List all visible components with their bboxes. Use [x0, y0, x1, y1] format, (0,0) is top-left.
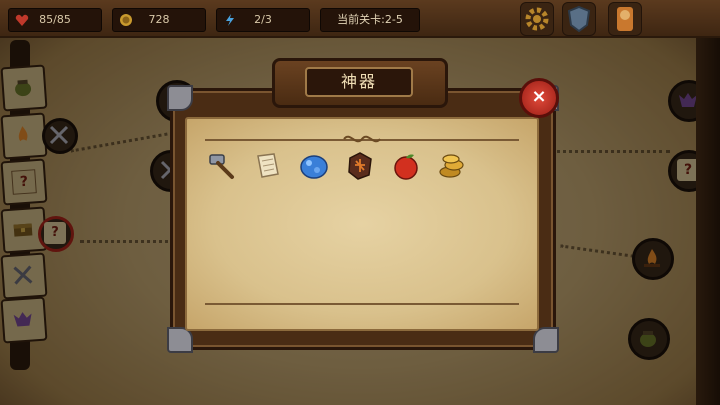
health-display: 85/85	[8, 8, 102, 32]
close-button[interactable]: ×	[519, 78, 559, 118]
shield-emblem-icon	[567, 5, 591, 33]
rune-stone-icon[interactable]	[344, 150, 376, 182]
dialog-title-plate: 神器	[272, 58, 448, 108]
corner-ornament	[167, 85, 193, 111]
settings-gear-icon	[525, 7, 549, 31]
gold-value: 728	[148, 13, 170, 26]
gold-display: 728	[112, 8, 206, 32]
hammer-icon[interactable]	[206, 150, 238, 182]
character-portrait-icon	[617, 7, 633, 31]
gold-coins-icon[interactable]	[436, 150, 468, 182]
settings-button[interactable]	[520, 2, 554, 36]
corner-ornament	[533, 327, 559, 353]
divider	[205, 303, 519, 305]
artifact-dialog	[167, 85, 559, 353]
stage-display: 当前关卡:2-5	[320, 8, 420, 32]
health-value: 85/85	[39, 13, 71, 26]
deck-button[interactable]	[562, 2, 596, 36]
red-apple-icon[interactable]	[390, 150, 422, 182]
character-button[interactable]	[608, 2, 642, 36]
stage-label: 当前关卡:2-5	[337, 13, 403, 26]
flourish-ornament	[343, 135, 381, 143]
dialog-title: 神器	[305, 67, 413, 97]
scroll-icon[interactable]	[252, 150, 284, 182]
blue-gem-icon[interactable]	[298, 150, 330, 182]
artifact-list	[206, 150, 476, 184]
top-hud: 85/85 728 2/3 当前关卡:2-5	[0, 0, 720, 38]
energy-value: 2/3	[254, 13, 272, 26]
energy-display: 2/3	[216, 8, 310, 32]
